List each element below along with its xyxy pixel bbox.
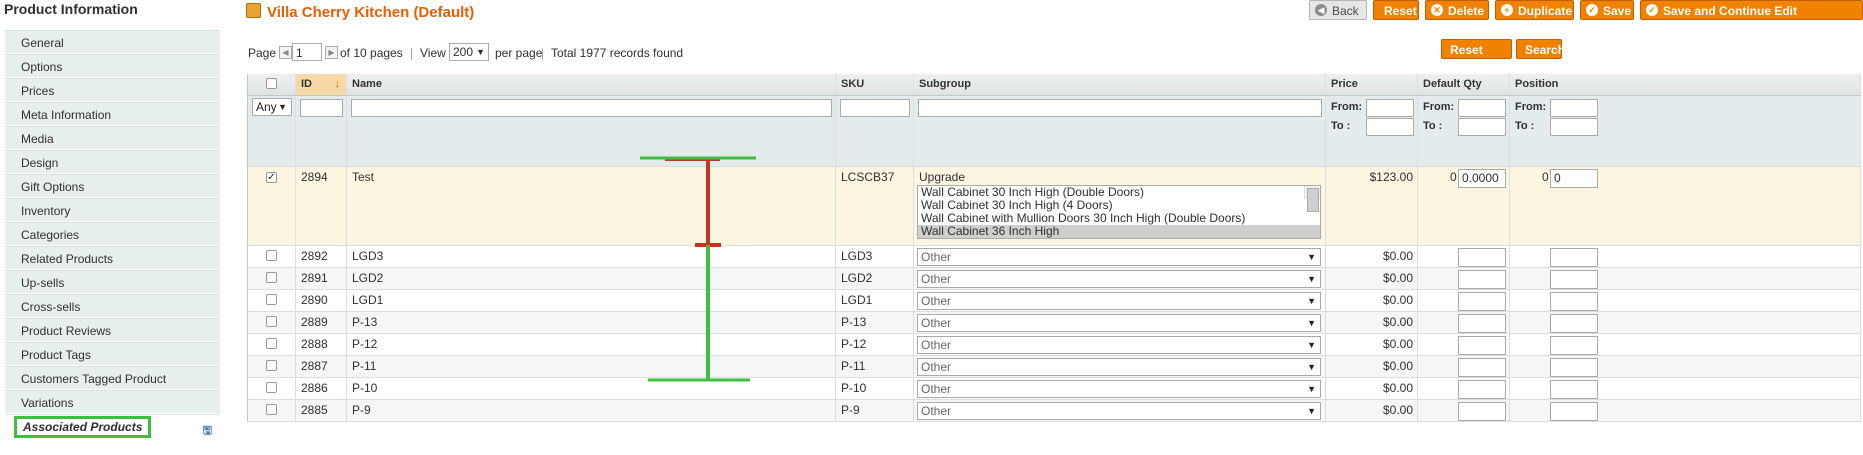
- red-height-marker: [665, 157, 721, 247]
- annotation-overlay: [640, 156, 756, 382]
- green-height-marker: [640, 156, 756, 382]
